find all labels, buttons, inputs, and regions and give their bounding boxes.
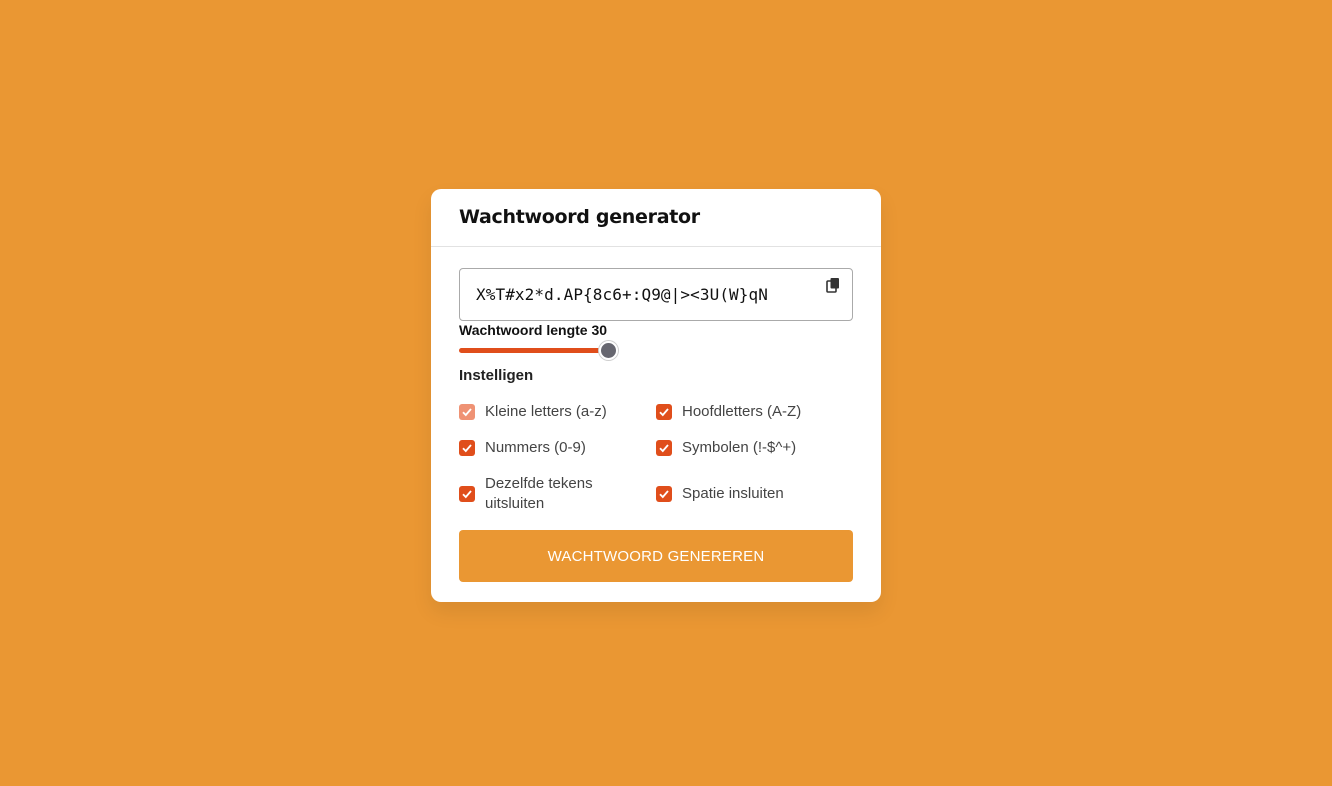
card-header: Wachtwoord generator bbox=[431, 189, 881, 247]
check-icon bbox=[462, 490, 472, 499]
option-label: Dezelfde tekens uitsluiten bbox=[485, 475, 593, 512]
option-numbers[interactable]: Nummers (0-9) bbox=[459, 438, 586, 458]
option-symbols[interactable]: Symbolen (!-$^+) bbox=[656, 438, 796, 458]
length-slider-thumb[interactable] bbox=[599, 341, 618, 360]
check-icon bbox=[659, 408, 669, 417]
length-slider-track[interactable] bbox=[459, 348, 609, 353]
settings-heading: Instelligen bbox=[459, 367, 534, 384]
password-generator-card: Wachtwoord generator Wachtwoord lengte 3… bbox=[431, 189, 881, 602]
length-label: Wachtwoord lengte 30 bbox=[459, 322, 608, 338]
password-output[interactable] bbox=[476, 285, 816, 304]
checkbox-uppercase[interactable] bbox=[656, 404, 672, 420]
option-include-spaces[interactable]: Spatie insluiten bbox=[656, 484, 784, 504]
option-label: Nummers (0-9) bbox=[485, 439, 586, 456]
checkbox-include-spaces[interactable] bbox=[656, 486, 672, 502]
copy-icon[interactable] bbox=[826, 277, 840, 293]
check-icon bbox=[659, 444, 669, 453]
option-label: Hoofdletters (A-Z) bbox=[682, 403, 802, 420]
option-label: Kleine letters (a-z) bbox=[485, 403, 607, 420]
check-icon bbox=[659, 490, 669, 499]
option-label: Spatie insluiten bbox=[682, 485, 784, 502]
check-icon bbox=[462, 444, 472, 453]
option-lowercase[interactable]: Kleine letters (a-z) bbox=[459, 402, 607, 422]
checkbox-lowercase[interactable] bbox=[459, 404, 475, 420]
checkbox-numbers[interactable] bbox=[459, 440, 475, 456]
option-label: Symbolen (!-$^+) bbox=[682, 439, 797, 456]
check-icon bbox=[462, 408, 472, 417]
checkbox-exclude-duplicates[interactable] bbox=[459, 486, 475, 502]
checkbox-symbols[interactable] bbox=[656, 440, 672, 456]
option-uppercase[interactable]: Hoofdletters (A-Z) bbox=[656, 402, 801, 422]
password-field bbox=[459, 268, 853, 321]
option-exclude-duplicates[interactable]: Dezelfde tekens uitsluiten bbox=[459, 474, 615, 514]
page-title: Wachtwoord generator bbox=[459, 206, 700, 228]
generate-password-button[interactable]: WACHTWOORD GENEREREN bbox=[459, 530, 853, 582]
